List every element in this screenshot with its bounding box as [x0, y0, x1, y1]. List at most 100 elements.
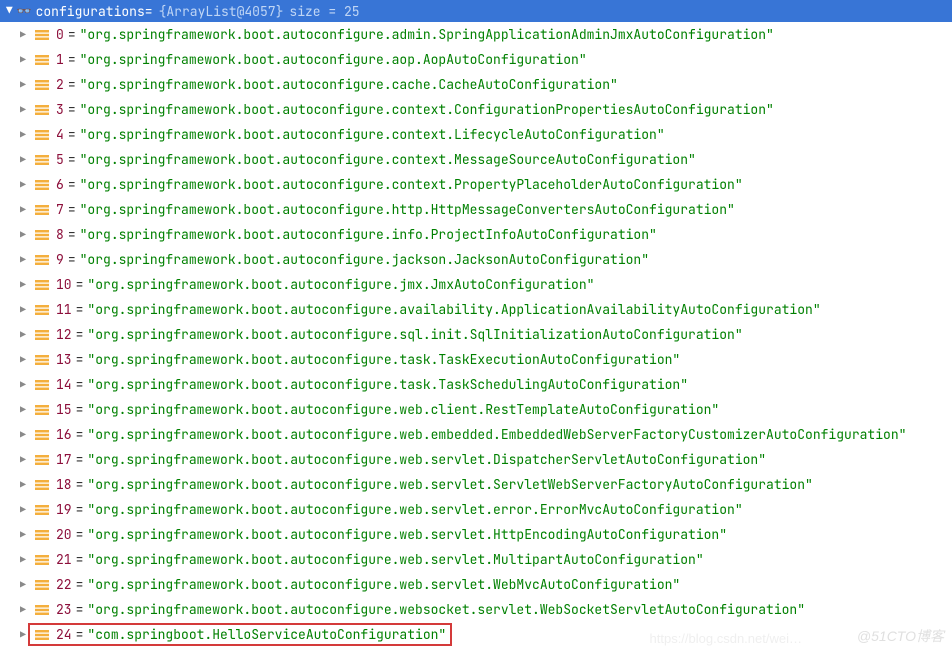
object-icon [34, 477, 50, 493]
entry-index: 3 [56, 101, 64, 118]
object-icon [34, 127, 50, 143]
entry-index: 21 [56, 551, 72, 568]
expand-arrow-icon[interactable]: ▶ [20, 353, 34, 366]
list-item[interactable]: ▶ 14="org.springframework.boot.autoconfi… [0, 372, 952, 397]
list-item[interactable]: ▶ 8="org.springframework.boot.autoconfig… [0, 222, 952, 247]
equals-sign: = [76, 476, 84, 493]
object-icon [34, 102, 50, 118]
list-item[interactable]: ▶ 21="org.springframework.boot.autoconfi… [0, 547, 952, 572]
object-icon [34, 302, 50, 318]
expand-arrow-icon[interactable]: ▶ [20, 128, 34, 141]
expand-arrow-icon[interactable]: ▶ [20, 278, 34, 291]
expand-arrow-icon[interactable]: ▶ [20, 103, 34, 116]
list-item[interactable]: ▶ 24="com.springboot.HelloServiceAutoCon… [0, 622, 952, 647]
list-item[interactable]: ▶ 15="org.springframework.boot.autoconfi… [0, 397, 952, 422]
watch-glasses-icon: 👓 [17, 3, 32, 19]
equals-sign: = [68, 226, 76, 243]
expand-arrow-icon[interactable]: ▶ [20, 203, 34, 216]
object-icon [34, 452, 50, 468]
expand-arrow-icon[interactable]: ▶ [20, 253, 34, 266]
expand-arrow-icon[interactable]: ▶ [20, 403, 34, 416]
entry-value: "com.springboot.HelloServiceAutoConfigur… [87, 626, 446, 643]
expand-arrow-icon[interactable]: ▶ [20, 528, 34, 541]
equals-sign: = [145, 3, 153, 20]
expand-arrow-icon[interactable]: ▶ [20, 453, 34, 466]
equals-sign: = [76, 626, 84, 643]
entry-index: 12 [56, 326, 72, 343]
list-item[interactable]: ▶ 10="org.springframework.boot.autoconfi… [0, 272, 952, 297]
variable-type: {ArrayList@4057} [159, 3, 284, 20]
list-item[interactable]: ▶ 23="org.springframework.boot.autoconfi… [0, 597, 952, 622]
equals-sign: = [76, 551, 84, 568]
entry-value: "org.springframework.boot.autoconfigure.… [80, 151, 696, 168]
entry-value: "org.springframework.boot.autoconfigure.… [87, 276, 594, 293]
list-item[interactable]: ▶ 13="org.springframework.boot.autoconfi… [0, 347, 952, 372]
expand-arrow-icon[interactable]: ▶ [20, 428, 34, 441]
equals-sign: = [76, 351, 84, 368]
expand-arrow-icon[interactable]: ▶ [20, 153, 34, 166]
list-item[interactable]: ▶ 6="org.springframework.boot.autoconfig… [0, 172, 952, 197]
object-icon [34, 152, 50, 168]
equals-sign: = [76, 601, 84, 618]
list-item[interactable]: ▶ 7="org.springframework.boot.autoconfig… [0, 197, 952, 222]
list-item[interactable]: ▶ 1="org.springframework.boot.autoconfig… [0, 47, 952, 72]
entry-value: "org.springframework.boot.autoconfigure.… [80, 226, 657, 243]
object-icon [34, 77, 50, 93]
list-item[interactable]: ▶ 18="org.springframework.boot.autoconfi… [0, 472, 952, 497]
entry-index: 6 [56, 176, 64, 193]
object-icon [34, 377, 50, 393]
equals-sign: = [76, 501, 84, 518]
expand-arrow-icon[interactable]: ▶ [20, 503, 34, 516]
list-item[interactable]: ▶ 4="org.springframework.boot.autoconfig… [0, 122, 952, 147]
expand-arrow-icon[interactable]: ▶ [20, 178, 34, 191]
expand-arrow-icon[interactable]: ▶ [20, 603, 34, 616]
entry-value: "org.springframework.boot.autoconfigure.… [87, 526, 727, 543]
entry-value: "org.springframework.boot.autoconfigure.… [87, 351, 680, 368]
list-item[interactable]: ▶ 3="org.springframework.boot.autoconfig… [0, 97, 952, 122]
object-icon [34, 502, 50, 518]
expand-arrow-icon[interactable]: ▶ [20, 553, 34, 566]
equals-sign: = [68, 176, 76, 193]
list-item[interactable]: ▶ 20="org.springframework.boot.autoconfi… [0, 522, 952, 547]
expand-arrow-icon[interactable]: ▶ [20, 53, 34, 66]
object-icon [34, 577, 50, 593]
equals-sign: = [76, 576, 84, 593]
object-icon [34, 352, 50, 368]
list-item[interactable]: ▶ 16="org.springframework.boot.autoconfi… [0, 422, 952, 447]
entry-index: 8 [56, 226, 64, 243]
entry-value: "org.springframework.boot.autoconfigure.… [80, 176, 743, 193]
expand-arrow-icon[interactable]: ▶ [20, 228, 34, 241]
entry-value: "org.springframework.boot.autoconfigure.… [87, 576, 680, 593]
list-item[interactable]: ▶ 19="org.springframework.boot.autoconfi… [0, 497, 952, 522]
list-item[interactable]: ▶ 2="org.springframework.boot.autoconfig… [0, 72, 952, 97]
list-item[interactable]: ▶ 22="org.springframework.boot.autoconfi… [0, 572, 952, 597]
expand-arrow-icon[interactable]: ▶ [20, 78, 34, 91]
equals-sign: = [68, 126, 76, 143]
entry-value: "org.springframework.boot.autoconfigure.… [80, 101, 774, 118]
list-item[interactable]: ▶ 9="org.springframework.boot.autoconfig… [0, 247, 952, 272]
entry-index: 1 [56, 51, 64, 68]
debugger-variable-header[interactable]: ▼ 👓 configurations = {ArrayList@4057} si… [0, 0, 952, 22]
highlighted-entry: 24="com.springboot.HelloServiceAutoConfi… [28, 623, 452, 646]
expand-arrow-icon[interactable]: ▶ [20, 28, 34, 41]
equals-sign: = [76, 276, 84, 293]
list-item[interactable]: ▶ 5="org.springframework.boot.autoconfig… [0, 147, 952, 172]
object-icon [34, 202, 50, 218]
entry-index: 17 [56, 451, 72, 468]
list-item[interactable]: ▶ 0="org.springframework.boot.autoconfig… [0, 22, 952, 47]
collapse-arrow-icon[interactable]: ▼ [6, 4, 13, 18]
entry-index: 19 [56, 501, 72, 518]
expand-arrow-icon[interactable]: ▶ [20, 578, 34, 591]
entry-value: "org.springframework.boot.autoconfigure.… [87, 426, 906, 443]
object-icon [34, 402, 50, 418]
expand-arrow-icon[interactable]: ▶ [20, 328, 34, 341]
expand-arrow-icon[interactable]: ▶ [20, 478, 34, 491]
expand-arrow-icon[interactable]: ▶ [20, 378, 34, 391]
expand-arrow-icon[interactable]: ▶ [20, 303, 34, 316]
entry-index: 16 [56, 426, 72, 443]
list-item[interactable]: ▶ 12="org.springframework.boot.autoconfi… [0, 322, 952, 347]
list-item[interactable]: ▶ 11="org.springframework.boot.autoconfi… [0, 297, 952, 322]
list-item[interactable]: ▶ 17="org.springframework.boot.autoconfi… [0, 447, 952, 472]
entry-index: 10 [56, 276, 72, 293]
entry-index: 14 [56, 376, 72, 393]
